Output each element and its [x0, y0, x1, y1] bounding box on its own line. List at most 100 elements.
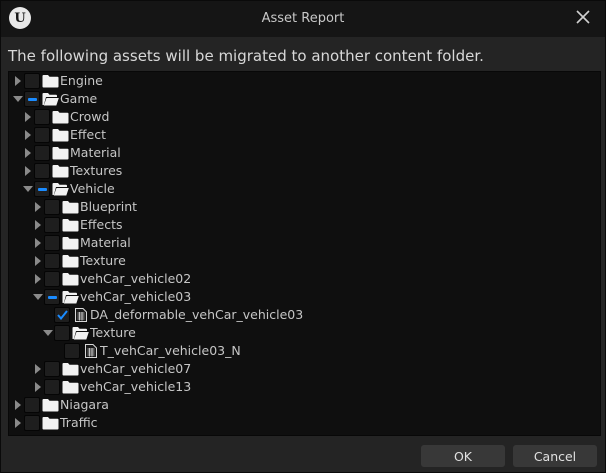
- tree-item-label: Engine: [60, 73, 103, 88]
- title-bar[interactable]: U Asset Report: [1, 1, 605, 37]
- tree-row[interactable]: T_vehCar_vehicle03_N: [52, 342, 241, 360]
- folder-icon: [52, 164, 69, 178]
- asset-checkbox[interactable]: [44, 361, 60, 377]
- tree-row[interactable]: Effects: [32, 216, 123, 234]
- folder-open-icon: [72, 326, 89, 340]
- tree-row[interactable]: Vehicle: [22, 180, 115, 198]
- expand-arrow-icon[interactable]: [32, 378, 43, 396]
- tree-row[interactable]: Blueprint: [32, 198, 137, 216]
- collapse-arrow-icon[interactable]: [42, 324, 53, 342]
- asset-checkbox[interactable]: [34, 127, 50, 143]
- asset-file-icon: [72, 308, 89, 322]
- folder-open-icon: [52, 182, 69, 196]
- close-button[interactable]: [571, 5, 595, 29]
- tree-item-label: Game: [60, 91, 98, 106]
- tree-item-label: Crowd: [70, 109, 110, 124]
- collapse-arrow-icon[interactable]: [22, 180, 33, 198]
- tree-row[interactable]: vehCar_vehicle07: [32, 360, 191, 378]
- window-title: Asset Report: [261, 11, 345, 26]
- asset-checkbox[interactable]: [44, 289, 60, 305]
- tree-item-label: Material: [80, 235, 131, 250]
- asset-checkbox[interactable]: [24, 415, 40, 431]
- asset-checkbox[interactable]: [34, 109, 50, 125]
- tree-row[interactable]: vehCar_vehicle03: [32, 288, 191, 306]
- folder-icon: [42, 398, 59, 412]
- tree-item-label: Effect: [70, 127, 106, 142]
- tree-row[interactable]: Traffic: [12, 414, 98, 432]
- asset-checkbox[interactable]: [44, 199, 60, 215]
- migration-message: The following assets will be migrated to…: [8, 47, 484, 65]
- asset-checkbox[interactable]: [54, 325, 70, 341]
- tree-item-label: vehCar_vehicle02: [80, 271, 192, 286]
- folder-icon: [62, 200, 79, 214]
- expand-arrow-icon[interactable]: [32, 216, 43, 234]
- tree-item-label: T_vehCar_vehicle03_N: [100, 343, 241, 358]
- expand-arrow-icon[interactable]: [32, 270, 43, 288]
- expand-arrow-icon[interactable]: [12, 396, 23, 414]
- folder-icon: [62, 380, 79, 394]
- asset-file-icon: [82, 344, 99, 358]
- collapse-arrow-icon[interactable]: [32, 288, 43, 306]
- collapse-arrow-icon[interactable]: [12, 90, 23, 108]
- expand-arrow-icon[interactable]: [22, 108, 33, 126]
- tree-row[interactable]: vehCar_vehicle02: [32, 270, 191, 288]
- tree-row[interactable]: Texture: [42, 324, 136, 342]
- tree-row[interactable]: Material: [22, 144, 121, 162]
- folder-icon: [42, 74, 59, 88]
- expand-arrow-icon[interactable]: [22, 162, 33, 180]
- tree-item-label: Traffic: [60, 415, 98, 430]
- asset-checkbox[interactable]: [44, 271, 60, 287]
- expand-arrow-icon[interactable]: [32, 360, 43, 378]
- tree-row[interactable]: Textures: [22, 162, 122, 180]
- folder-icon: [52, 128, 69, 142]
- tree-row[interactable]: Material: [32, 234, 131, 252]
- tree-item-label: Vehicle: [70, 181, 115, 196]
- tree-row[interactable]: Niagara: [12, 396, 109, 414]
- asset-checkbox[interactable]: [34, 145, 50, 161]
- tree-row[interactable]: Texture: [32, 252, 126, 270]
- expand-arrow-icon[interactable]: [32, 252, 43, 270]
- asset-checkbox[interactable]: [44, 217, 60, 233]
- tree-row[interactable]: Crowd: [22, 108, 109, 126]
- asset-checkbox[interactable]: [24, 91, 40, 107]
- asset-checkbox[interactable]: [44, 379, 60, 395]
- asset-tree[interactable]: Engine Game Crowd Effect Material Textures Veh…: [8, 71, 601, 436]
- folder-icon: [62, 362, 79, 376]
- expand-arrow-icon[interactable]: [22, 144, 33, 162]
- expand-arrow-icon[interactable]: [12, 414, 23, 432]
- cancel-button[interactable]: Cancel: [513, 445, 597, 467]
- tree-item-label: Niagara: [60, 397, 109, 412]
- folder-icon: [52, 146, 69, 160]
- expand-arrow-icon[interactable]: [32, 198, 43, 216]
- expand-arrow-icon[interactable]: [12, 72, 23, 90]
- tree-item-label: Texture: [90, 325, 136, 340]
- tree-item-label: Texture: [80, 253, 126, 268]
- folder-icon: [62, 236, 79, 250]
- asset-checkbox[interactable]: [54, 307, 70, 323]
- tree-row[interactable]: Engine: [12, 72, 103, 90]
- tree-row[interactable]: DA_deformable_vehCar_vehicle03: [42, 306, 303, 324]
- asset-checkbox[interactable]: [64, 343, 80, 359]
- tree-item-label: Blueprint: [80, 199, 138, 214]
- folder-open-icon: [62, 290, 79, 304]
- tree-item-label: vehCar_vehicle03: [80, 289, 192, 304]
- asset-checkbox[interactable]: [24, 73, 40, 89]
- tree-item-label: Material: [70, 145, 121, 160]
- ok-button[interactable]: OK: [421, 445, 505, 467]
- tree-row[interactable]: vehCar_vehicle13: [32, 378, 191, 396]
- asset-report-dialog: U Asset Report The following assets will…: [0, 0, 606, 473]
- folder-icon: [62, 218, 79, 232]
- asset-checkbox[interactable]: [44, 235, 60, 251]
- asset-checkbox[interactable]: [34, 163, 50, 179]
- close-icon: [576, 10, 590, 24]
- expand-arrow-icon[interactable]: [22, 126, 33, 144]
- folder-open-icon: [42, 92, 59, 106]
- tree-item-label: Textures: [70, 163, 123, 178]
- asset-checkbox[interactable]: [24, 397, 40, 413]
- expand-arrow-icon[interactable]: [32, 234, 43, 252]
- asset-checkbox[interactable]: [44, 253, 60, 269]
- tree-row[interactable]: Effect: [22, 126, 106, 144]
- asset-checkbox[interactable]: [34, 181, 50, 197]
- tree-row[interactable]: Game: [12, 90, 97, 108]
- tree-item-label: Effects: [80, 217, 123, 232]
